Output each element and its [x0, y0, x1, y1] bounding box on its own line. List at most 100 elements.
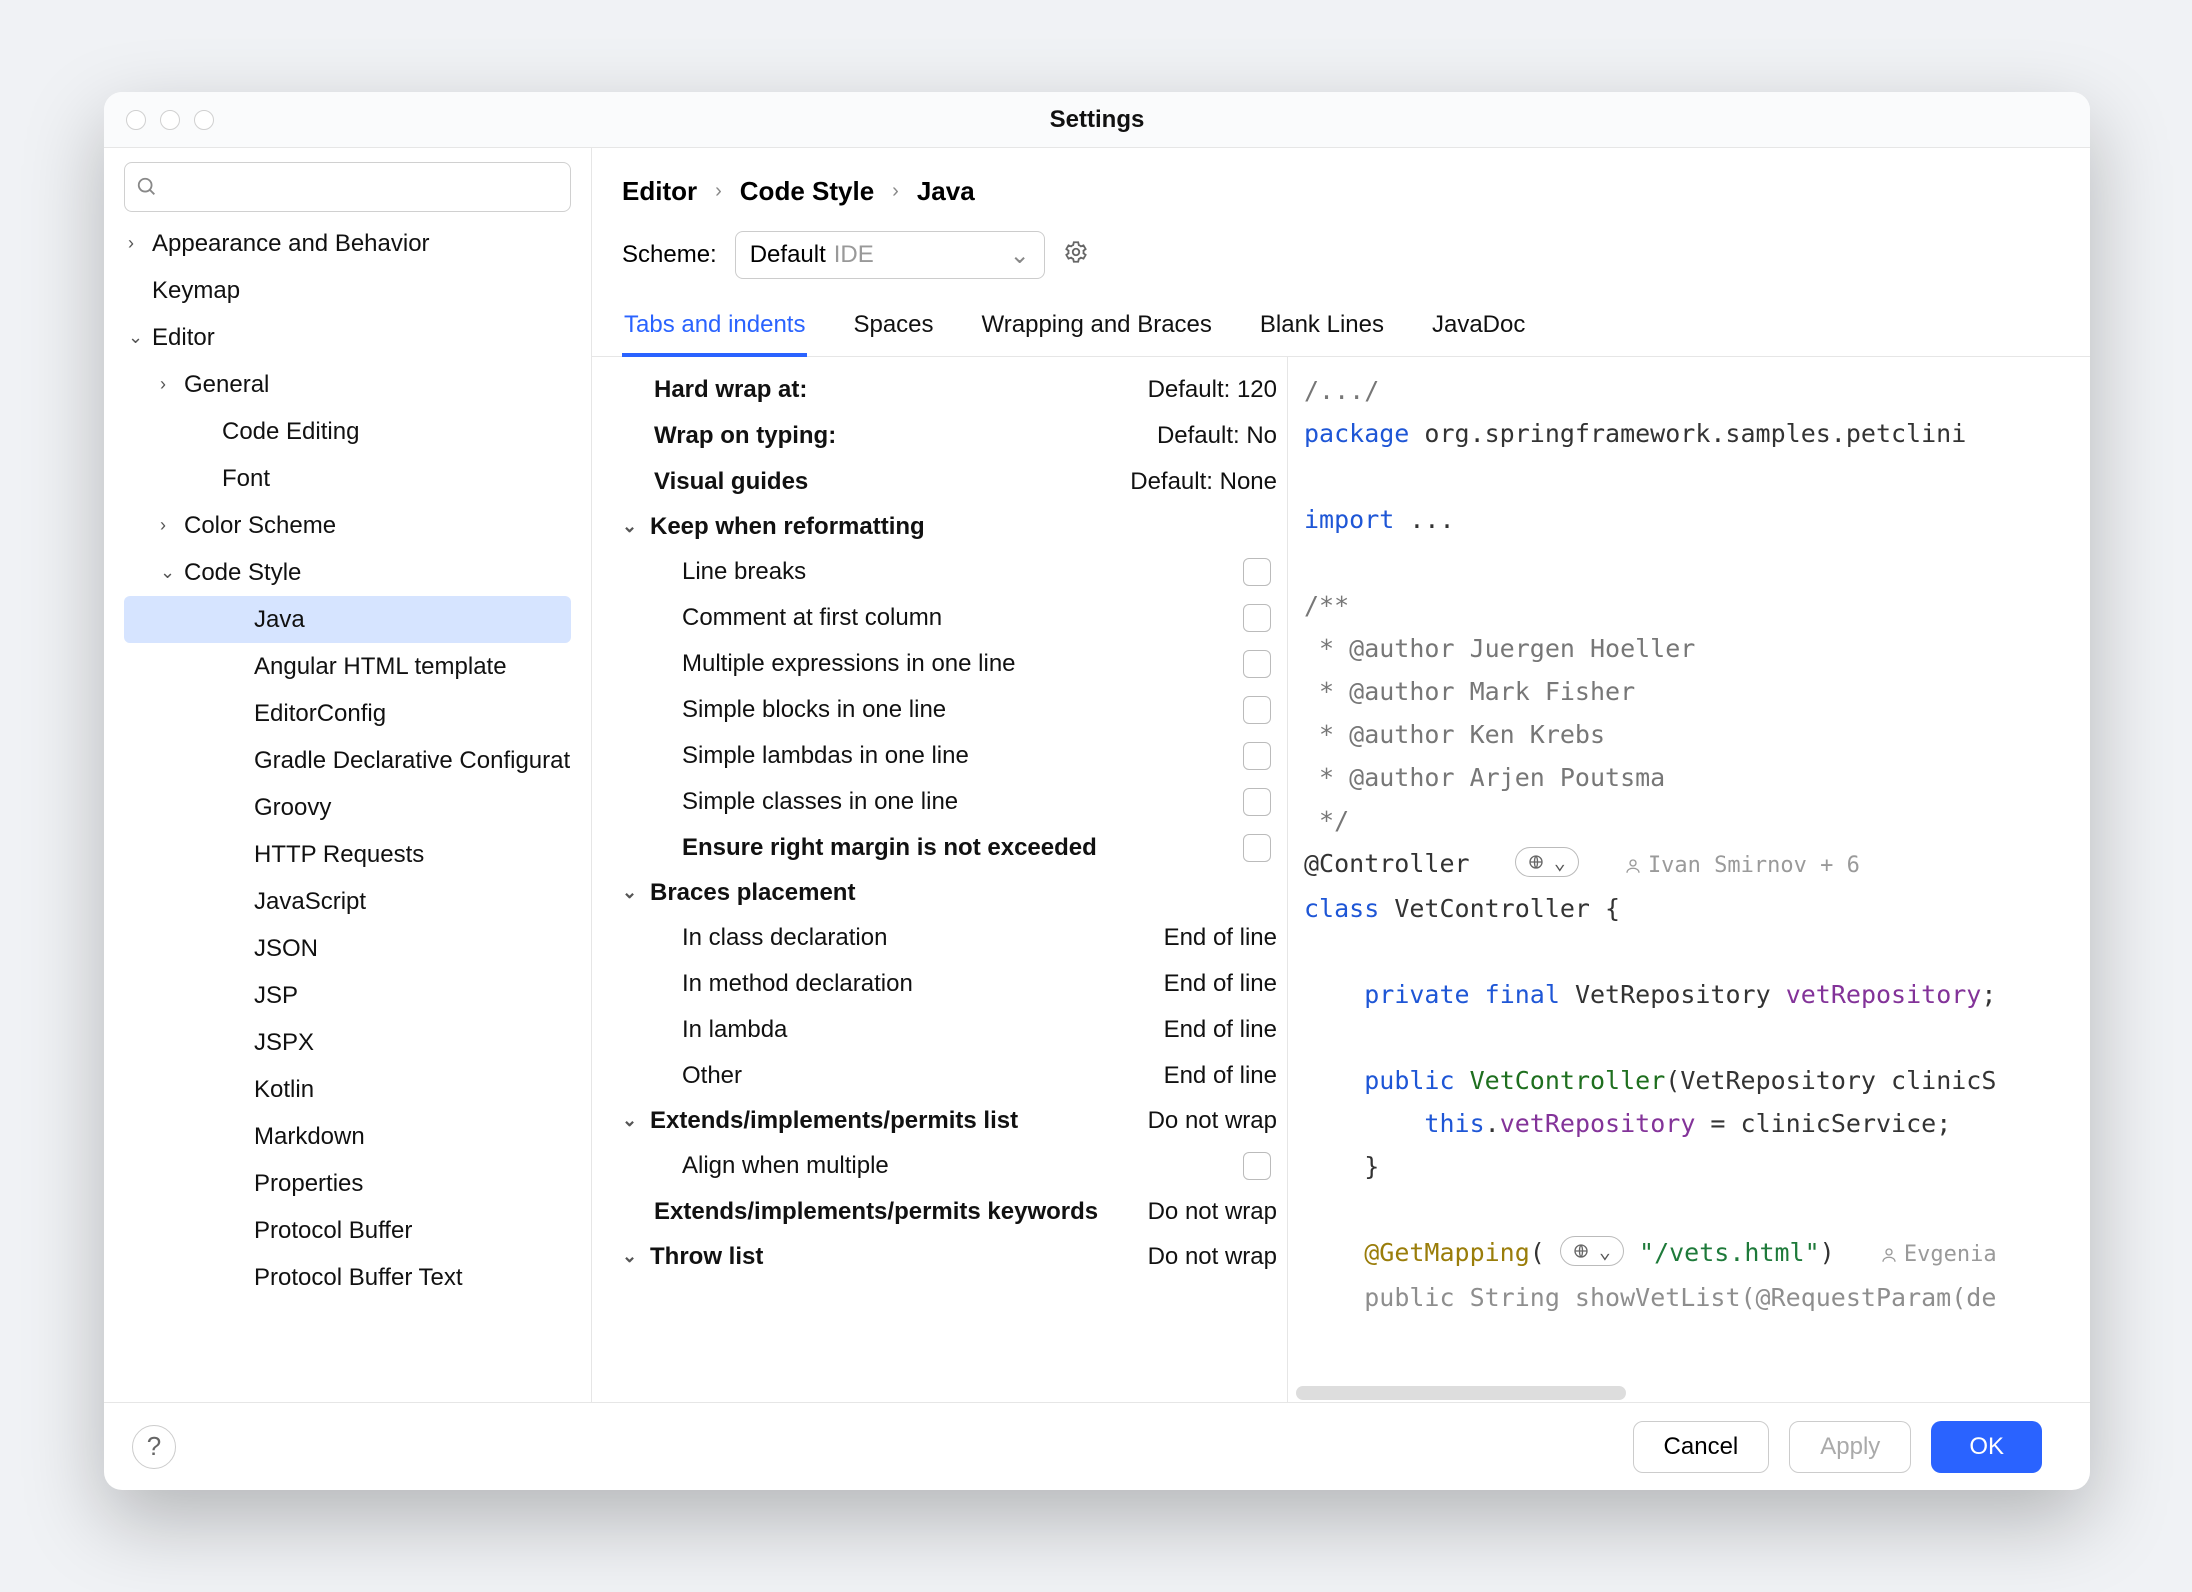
- sidebar-item-keymap[interactable]: Keymap: [104, 267, 591, 314]
- chevron-down-icon: ⌄: [160, 562, 184, 583]
- sidebar-item-label: JSON: [254, 935, 318, 963]
- scheme-dropdown[interactable]: DefaultIDE ⌄: [735, 231, 1045, 279]
- sidebar-item-label: JSPX: [254, 1029, 314, 1057]
- sidebar-item-label: Editor: [152, 324, 215, 352]
- sidebar-item-label: Markdown: [254, 1123, 365, 1151]
- sidebar-item-editor[interactable]: ⌄Editor: [104, 314, 591, 361]
- sidebar-item-label: Kotlin: [254, 1076, 314, 1104]
- cancel-button[interactable]: Cancel: [1633, 1421, 1770, 1473]
- sidebar-item-label: Gradle Declarative Configurat: [254, 747, 570, 775]
- sidebar-item-jsp[interactable]: JSP: [104, 972, 591, 1019]
- checkbox[interactable]: [1243, 696, 1271, 724]
- chevron-right-icon: ›: [715, 180, 722, 203]
- sidebar-item-java[interactable]: Java: [124, 596, 571, 643]
- sidebar-item-label: Keymap: [152, 277, 240, 305]
- row-simple-classes-in-one-line: Simple classes in one line: [622, 779, 1287, 825]
- sidebar-item-http-requests[interactable]: HTTP Requests: [104, 831, 591, 878]
- tab-spaces[interactable]: Spaces: [851, 297, 935, 356]
- sidebar-item-gradle-declarative-configurat[interactable]: Gradle Declarative Configurat: [104, 737, 591, 784]
- sidebar-item-label: Properties: [254, 1170, 363, 1198]
- sidebar-item-code-style[interactable]: ⌄Code Style: [104, 549, 591, 596]
- sidebar-item-markdown[interactable]: Markdown: [104, 1113, 591, 1160]
- sidebar-item-appearance-and-behavior[interactable]: ›Appearance and Behavior: [104, 220, 591, 267]
- sidebar-item-label: Code Editing: [222, 418, 359, 446]
- sidebar-item-angular-html-template[interactable]: Angular HTML template: [104, 643, 591, 690]
- chevron-down-icon: ⌄: [128, 327, 152, 348]
- minimize-icon[interactable]: [160, 110, 180, 130]
- window-title: Settings: [1050, 106, 1145, 134]
- row-other: OtherEnd of line: [622, 1053, 1287, 1099]
- row-visual-guides: Visual guidesDefault: None: [622, 459, 1287, 505]
- gear-icon[interactable]: [1063, 239, 1089, 272]
- crumb-codestyle[interactable]: Code Style: [740, 176, 874, 207]
- scheme-label: Scheme:: [622, 241, 717, 269]
- chevron-right-icon: ›: [160, 515, 184, 536]
- title-bar: Settings: [104, 92, 2090, 148]
- sidebar-item-json[interactable]: JSON: [104, 925, 591, 972]
- tab-javadoc[interactable]: JavaDoc: [1430, 297, 1527, 356]
- settings-tree[interactable]: ›Appearance and BehaviorKeymap⌄Editor›Ge…: [104, 220, 591, 1402]
- author-inlay: Evgenia: [1880, 1242, 1997, 1267]
- row-align-multiple: Align when multiple: [622, 1143, 1287, 1189]
- chevron-right-icon: ›: [160, 374, 184, 395]
- breadcrumb: Editor › Code Style › Java: [592, 148, 2090, 223]
- window-controls: [126, 110, 214, 130]
- row-multiple-expressions-in-one-line: Multiple expressions in one line: [622, 641, 1287, 687]
- row-comment-at-first-column: Comment at first column: [622, 595, 1287, 641]
- close-icon[interactable]: [126, 110, 146, 130]
- checkbox[interactable]: [1243, 604, 1271, 632]
- crumb-editor[interactable]: Editor: [622, 176, 697, 207]
- section-throw[interactable]: ⌄Throw list Do not wrap: [622, 1235, 1287, 1279]
- sidebar-item-editorconfig[interactable]: EditorConfig: [104, 690, 591, 737]
- sidebar-item-label: Protocol Buffer Text: [254, 1264, 463, 1292]
- chevron-down-icon: ⌄: [1010, 241, 1030, 270]
- chevron-right-icon: ›: [128, 233, 152, 254]
- checkbox[interactable]: [1243, 742, 1271, 770]
- tab-blank-lines[interactable]: Blank Lines: [1258, 297, 1386, 356]
- checkbox[interactable]: [1243, 788, 1271, 816]
- sidebar-item-properties[interactable]: Properties: [104, 1160, 591, 1207]
- checkbox-ensure-margin[interactable]: [1243, 834, 1271, 862]
- zoom-icon[interactable]: [194, 110, 214, 130]
- row-ensure-margin: Ensure right margin is not exceeded: [622, 825, 1287, 871]
- sidebar-item-label: JavaScript: [254, 888, 366, 916]
- sidebar-item-protocol-buffer[interactable]: Protocol Buffer: [104, 1207, 591, 1254]
- sidebar-item-kotlin[interactable]: Kotlin: [104, 1066, 591, 1113]
- sidebar-item-label: Angular HTML template: [254, 653, 507, 681]
- horizontal-scrollbar[interactable]: [1296, 1386, 1626, 1400]
- sidebar-item-general[interactable]: ›General: [104, 361, 591, 408]
- tab-wrapping-and-braces[interactable]: Wrapping and Braces: [980, 297, 1214, 356]
- sidebar-item-label: EditorConfig: [254, 700, 386, 728]
- section-extends[interactable]: ⌄Extends/implements/permits list Do not …: [622, 1099, 1287, 1143]
- settings-dialog: Settings ›Appearance and Behavior Keymap ⌄…: [104, 92, 2090, 1490]
- help-button[interactable]: ?: [132, 1425, 176, 1469]
- sidebar-item-groovy[interactable]: Groovy: [104, 784, 591, 831]
- chevron-right-icon: ›: [892, 180, 899, 203]
- tab-tabs-and-indents[interactable]: Tabs and indents: [622, 297, 807, 357]
- sidebar-item-code-editing[interactable]: Code Editing: [104, 408, 591, 455]
- sidebar-item-label: Groovy: [254, 794, 331, 822]
- section-keep[interactable]: ⌄Keep when reformatting: [622, 505, 1287, 549]
- sidebar-item-font[interactable]: Font: [104, 455, 591, 502]
- search-input[interactable]: [124, 162, 571, 212]
- sidebar-item-jspx[interactable]: JSPX: [104, 1019, 591, 1066]
- globe-icon[interactable]: ⌄: [1560, 1236, 1624, 1266]
- crumb-java: Java: [917, 176, 975, 207]
- sidebar-item-protocol-buffer-text[interactable]: Protocol Buffer Text: [104, 1254, 591, 1301]
- sidebar-item-color-scheme[interactable]: ›Color Scheme: [104, 502, 591, 549]
- sidebar-item-javascript[interactable]: JavaScript: [104, 878, 591, 925]
- search-field[interactable]: [124, 162, 571, 212]
- section-braces[interactable]: ⌄Braces placement: [622, 871, 1287, 915]
- options-panel: Hard wrap at:Default: 120Wrap on typing:…: [592, 357, 1288, 1402]
- globe-icon[interactable]: ⌄: [1515, 847, 1579, 877]
- code-preview: /.../ package org.springframework.sample…: [1288, 357, 2090, 1402]
- sidebar-item-label: Java: [254, 606, 305, 634]
- author-inlay: Ivan Smirnov + 6: [1624, 853, 1860, 878]
- sidebar-item-label: Color Scheme: [184, 512, 336, 540]
- checkbox[interactable]: [1243, 650, 1271, 678]
- checkbox-align-multiple[interactable]: [1243, 1152, 1271, 1180]
- ok-button[interactable]: OK: [1931, 1421, 2042, 1473]
- row-simple-blocks-in-one-line: Simple blocks in one line: [622, 687, 1287, 733]
- checkbox[interactable]: [1243, 558, 1271, 586]
- apply-button[interactable]: Apply: [1789, 1421, 1911, 1473]
